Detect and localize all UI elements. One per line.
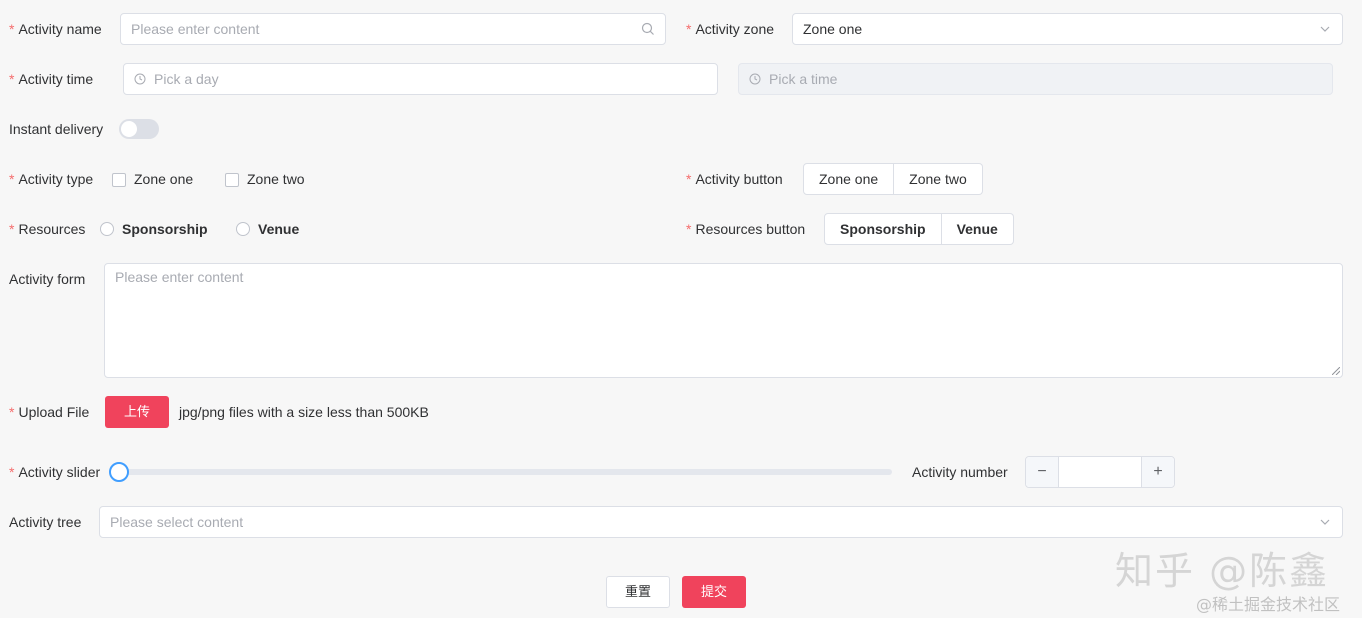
activity-button-zone-one[interactable]: Zone one xyxy=(803,163,895,195)
chevron-down-icon xyxy=(1320,26,1330,32)
slider-track[interactable] xyxy=(119,469,892,475)
activity-button-zone-two[interactable]: Zone two xyxy=(894,163,983,195)
instant-delivery-switch[interactable] xyxy=(119,119,159,139)
activity-number-label: Activity number xyxy=(912,464,1008,480)
submit-button[interactable]: 提交 xyxy=(682,576,746,608)
required-mark: * xyxy=(9,464,15,480)
activity-zone-label: * Activity zone xyxy=(686,21,775,37)
required-mark: * xyxy=(9,221,15,237)
activity-name-input[interactable]: Please enter content xyxy=(120,13,666,45)
resources-button-sponsorship[interactable]: Sponsorship xyxy=(824,213,942,245)
activity-number-input[interactable] xyxy=(1059,457,1141,487)
chevron-down-icon xyxy=(1320,519,1330,525)
checkbox-zone-two-label[interactable]: Zone two xyxy=(247,163,305,195)
upload-tip: jpg/png files with a size less than 500K… xyxy=(179,404,429,420)
activity-form-label: Activity form xyxy=(9,271,86,287)
activity-zone-select[interactable]: Zone one xyxy=(792,13,1343,45)
radio-venue[interactable] xyxy=(236,222,250,236)
increment-button[interactable]: + xyxy=(1141,457,1174,487)
checkbox-zone-one-label[interactable]: Zone one xyxy=(134,163,193,195)
switch-knob xyxy=(121,121,137,137)
activity-button-group: Zone one Zone two xyxy=(803,163,983,195)
resources-label: * Resources xyxy=(9,221,86,237)
instant-delivery-label: Instant delivery xyxy=(9,121,104,137)
slider-thumb[interactable] xyxy=(109,462,129,482)
activity-time-label: * Activity time xyxy=(9,71,94,87)
activity-tree-label: Activity tree xyxy=(9,514,82,530)
required-mark: * xyxy=(9,171,15,187)
activity-zone-value: Zone one xyxy=(803,21,863,37)
time-picker-input: Pick a time xyxy=(738,63,1333,95)
textarea-placeholder: Please enter content xyxy=(115,269,244,285)
activity-button-label: * Activity button xyxy=(686,171,783,187)
required-mark: * xyxy=(9,404,15,420)
clock-icon xyxy=(749,73,761,85)
activity-form-textarea[interactable]: Please enter content xyxy=(104,263,1343,378)
required-mark: * xyxy=(686,221,692,237)
watermark-sub: @稀土掘金技术社区 xyxy=(1196,595,1341,614)
activity-slider-label: * Activity slider xyxy=(9,464,101,480)
activity-tree-select[interactable]: Please select content xyxy=(99,506,1343,538)
resources-button-group: Sponsorship Venue xyxy=(824,213,1014,245)
activity-name-label: * Activity name xyxy=(9,21,102,37)
required-mark: * xyxy=(686,21,692,37)
reset-button[interactable]: 重置 xyxy=(606,576,670,608)
radio-sponsorship-label[interactable]: Sponsorship xyxy=(122,213,208,245)
upload-button[interactable]: 上传 xyxy=(105,396,169,428)
checkbox-zone-two[interactable] xyxy=(225,173,239,187)
search-icon xyxy=(641,22,654,35)
upload-file-label: * Upload File xyxy=(9,404,90,420)
activity-number-stepper: − + xyxy=(1025,456,1175,488)
resources-button-label: * Resources button xyxy=(686,221,806,237)
resources-button-venue[interactable]: Venue xyxy=(941,213,1014,245)
date-picker-input[interactable]: Pick a day xyxy=(123,63,718,95)
radio-venue-label[interactable]: Venue xyxy=(258,213,299,245)
clock-icon xyxy=(134,73,146,85)
watermark-main: 知乎 @陈鑫 xyxy=(1115,549,1330,593)
required-mark: * xyxy=(9,71,15,87)
resize-handle-icon[interactable] xyxy=(1332,367,1340,375)
activity-type-label: * Activity type xyxy=(9,171,94,187)
radio-sponsorship[interactable] xyxy=(100,222,114,236)
required-mark: * xyxy=(9,21,15,37)
checkbox-zone-one[interactable] xyxy=(112,173,126,187)
decrement-button[interactable]: − xyxy=(1026,457,1059,487)
required-mark: * xyxy=(686,171,692,187)
